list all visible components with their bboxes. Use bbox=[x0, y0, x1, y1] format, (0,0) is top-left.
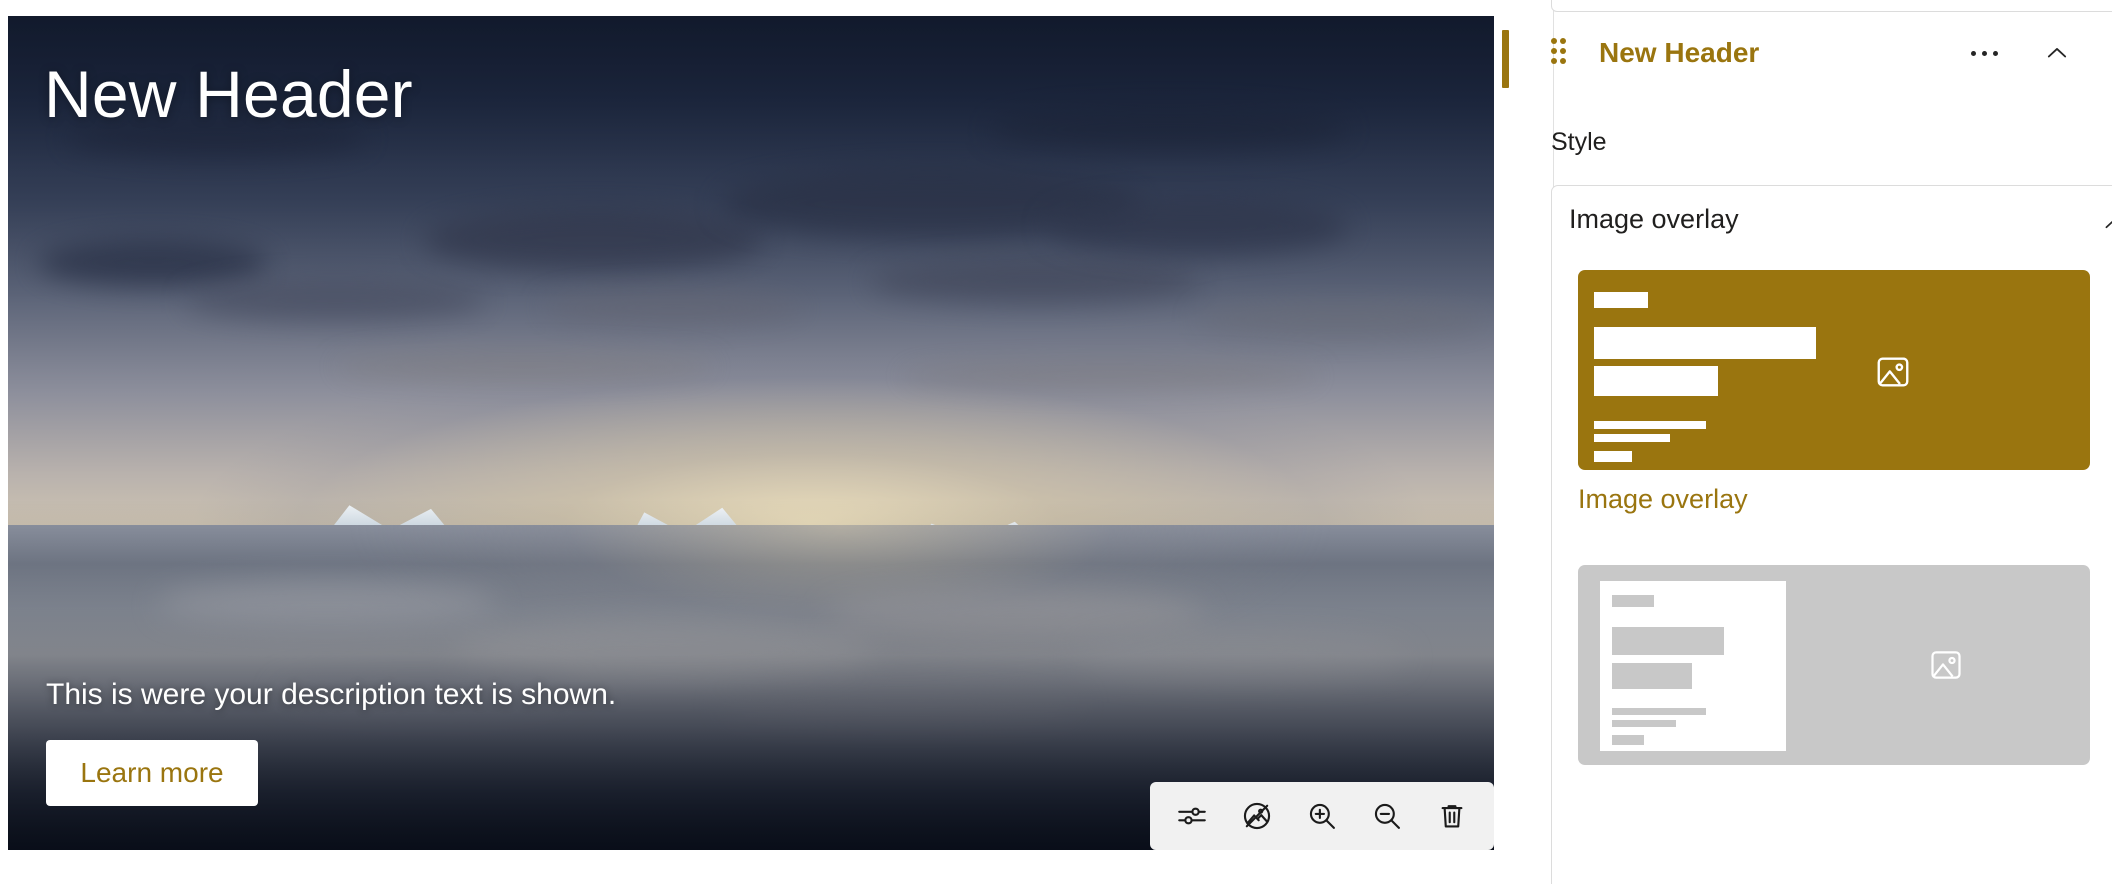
style-option-thumbnail bbox=[1578, 270, 2090, 470]
image-overlay-card: Image overlay bbox=[1551, 185, 2112, 884]
delete-icon[interactable] bbox=[1426, 790, 1478, 842]
zoom-in-icon[interactable] bbox=[1296, 790, 1348, 842]
remove-image-icon[interactable] bbox=[1231, 790, 1283, 842]
more-options-icon[interactable] bbox=[1962, 34, 2006, 72]
learn-more-button[interactable]: Learn more bbox=[46, 740, 258, 806]
hero-background-image bbox=[8, 16, 1494, 850]
chevron-up-icon[interactable] bbox=[2034, 30, 2080, 76]
previous-section-card-edge bbox=[1551, 0, 2112, 12]
card-chevron-up-icon[interactable] bbox=[2092, 204, 2112, 244]
app-root: New Header This is were your description… bbox=[0, 0, 2112, 884]
selected-section-accent-bar bbox=[1502, 30, 1509, 88]
image-overlay-card-title: Image overlay bbox=[1569, 204, 1739, 235]
zoom-out-icon[interactable] bbox=[1361, 790, 1413, 842]
hero-description[interactable]: This is were your description text is sh… bbox=[46, 678, 616, 712]
style-option-image-overlay[interactable]: Image overlay bbox=[1578, 270, 2090, 516]
style-option-thumbnail-secondary bbox=[1578, 565, 2090, 765]
drag-handle-icon[interactable] bbox=[1551, 36, 1575, 70]
style-section-label: Style bbox=[1551, 128, 1607, 157]
image-placeholder-icon-secondary bbox=[1928, 647, 1964, 688]
image-settings-icon[interactable] bbox=[1166, 790, 1218, 842]
hero-banner[interactable]: New Header This is were your description… bbox=[8, 16, 1494, 850]
hero-floating-toolbar[interactable] bbox=[1150, 782, 1494, 850]
thumbnail-content-card bbox=[1600, 581, 1786, 751]
canvas-area: New Header This is were your description… bbox=[0, 0, 1494, 884]
properties-panel: New Header Style Image overlay bbox=[1494, 0, 2112, 884]
style-option-label: Image overlay bbox=[1578, 482, 2090, 516]
panel-title: New Header bbox=[1599, 36, 1759, 70]
hero-title[interactable]: New Header bbox=[44, 60, 413, 129]
image-placeholder-icon bbox=[1874, 353, 1912, 396]
style-option-secondary[interactable] bbox=[1578, 565, 2090, 777]
hero-overlay-gradient bbox=[8, 16, 1494, 850]
